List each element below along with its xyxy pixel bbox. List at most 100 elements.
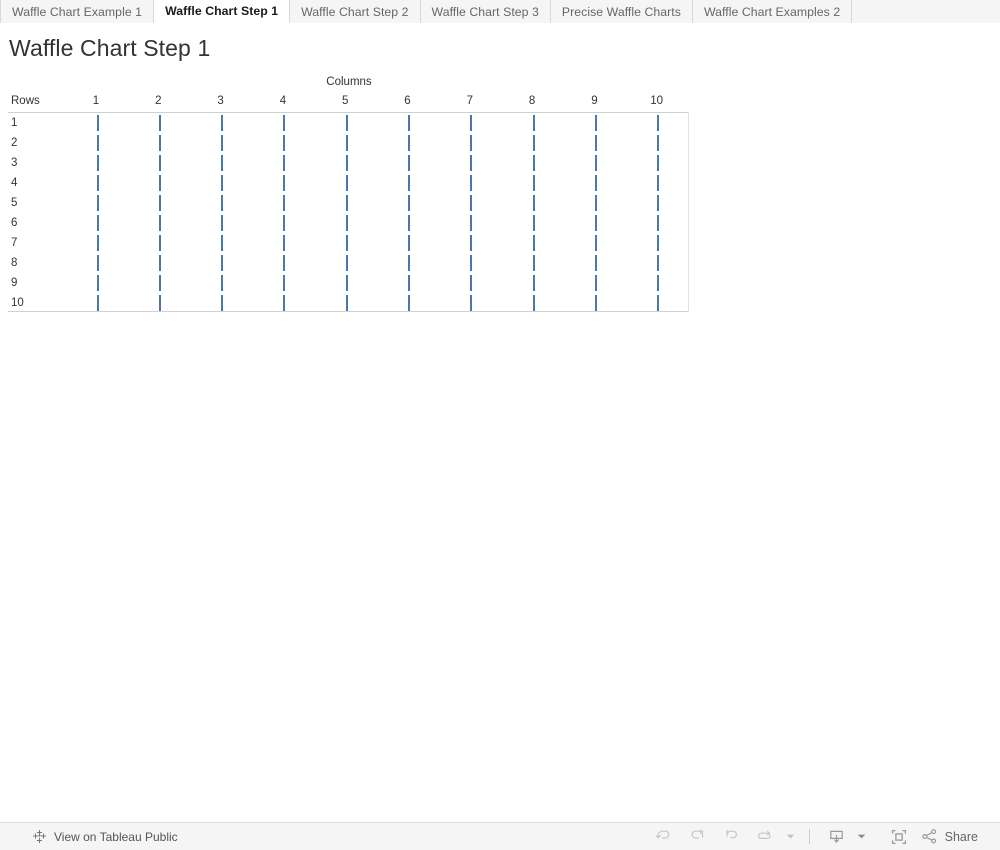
waffle-mark[interactable]	[283, 275, 286, 291]
waffle-mark[interactable]	[96, 215, 99, 231]
waffle-mark[interactable]	[158, 155, 161, 171]
waffle-mark[interactable]	[283, 215, 286, 231]
waffle-mark[interactable]	[532, 215, 535, 231]
waffle-mark[interactable]	[408, 215, 410, 231]
waffle-mark[interactable]	[158, 255, 161, 271]
waffle-mark[interactable]	[345, 215, 348, 231]
waffle-mark[interactable]	[283, 135, 286, 151]
redo-icon[interactable]	[681, 824, 715, 850]
waffle-mark[interactable]	[283, 255, 286, 271]
waffle-mark[interactable]	[283, 175, 286, 191]
waffle-mark[interactable]	[408, 175, 410, 191]
sheet-tab-2[interactable]: Waffle Chart Step 2	[290, 0, 421, 23]
waffle-mark[interactable]	[532, 195, 535, 211]
waffle-mark[interactable]	[345, 135, 348, 151]
sheet-tab-3[interactable]: Waffle Chart Step 3	[420, 0, 551, 23]
sheet-tab-5[interactable]: Waffle Chart Examples 2	[692, 0, 853, 23]
waffle-mark[interactable]	[345, 155, 348, 171]
waffle-mark[interactable]	[470, 115, 473, 131]
waffle-mark[interactable]	[221, 175, 224, 191]
waffle-mark[interactable]	[158, 275, 161, 291]
waffle-mark[interactable]	[470, 135, 473, 151]
waffle-mark[interactable]	[345, 115, 348, 131]
waffle-mark[interactable]	[532, 275, 535, 291]
waffle-mark[interactable]	[221, 115, 224, 131]
waffle-mark[interactable]	[408, 115, 410, 131]
waffle-mark[interactable]	[594, 255, 597, 271]
waffle-mark[interactable]	[221, 155, 224, 171]
waffle-mark[interactable]	[158, 115, 161, 131]
waffle-mark[interactable]	[594, 275, 597, 291]
sheet-tab-4[interactable]: Precise Waffle Charts	[550, 0, 693, 23]
waffle-mark[interactable]	[408, 135, 410, 151]
waffle-mark[interactable]	[408, 295, 410, 311]
waffle-mark[interactable]	[221, 215, 224, 231]
waffle-mark[interactable]	[345, 175, 348, 191]
waffle-mark[interactable]	[283, 115, 286, 131]
waffle-mark[interactable]	[470, 155, 473, 171]
waffle-mark[interactable]	[96, 275, 99, 291]
waffle-mark[interactable]	[408, 155, 410, 171]
waffle-mark[interactable]	[532, 155, 535, 171]
waffle-mark[interactable]	[96, 175, 99, 191]
waffle-mark[interactable]	[470, 175, 473, 191]
sheet-tab-1[interactable]: Waffle Chart Step 1	[154, 0, 291, 23]
waffle-mark[interactable]	[470, 295, 473, 311]
waffle-mark[interactable]	[532, 235, 535, 251]
waffle-mark[interactable]	[221, 255, 224, 271]
waffle-mark[interactable]	[657, 275, 660, 291]
waffle-mark[interactable]	[283, 155, 286, 171]
waffle-mark[interactable]	[158, 235, 161, 251]
waffle-mark[interactable]	[594, 195, 597, 211]
waffle-mark[interactable]	[532, 135, 535, 151]
waffle-mark[interactable]	[657, 175, 660, 191]
waffle-mark[interactable]	[657, 255, 660, 271]
waffle-mark[interactable]	[96, 195, 99, 211]
waffle-mark[interactable]	[657, 235, 660, 251]
waffle-mark[interactable]	[408, 255, 410, 271]
waffle-mark[interactable]	[532, 175, 535, 191]
waffle-mark[interactable]	[470, 195, 473, 211]
waffle-mark[interactable]	[283, 295, 286, 311]
waffle-mark[interactable]	[221, 295, 224, 311]
waffle-mark[interactable]	[96, 155, 99, 171]
waffle-mark[interactable]	[594, 215, 597, 231]
waffle-mark[interactable]	[408, 275, 410, 291]
waffle-mark[interactable]	[594, 115, 597, 131]
refresh-icon[interactable]	[749, 824, 783, 850]
waffle-mark[interactable]	[345, 195, 348, 211]
waffle-mark[interactable]	[657, 115, 660, 131]
waffle-mark[interactable]	[594, 155, 597, 171]
waffle-mark[interactable]	[594, 235, 597, 251]
waffle-mark[interactable]	[532, 295, 535, 311]
waffle-mark[interactable]	[158, 175, 161, 191]
revert-icon[interactable]	[715, 824, 749, 850]
waffle-mark[interactable]	[594, 175, 597, 191]
waffle-mark[interactable]	[470, 255, 473, 271]
waffle-mark[interactable]	[657, 155, 660, 171]
waffle-mark[interactable]	[96, 235, 99, 251]
waffle-mark[interactable]	[158, 195, 161, 211]
waffle-mark[interactable]	[657, 295, 660, 311]
download-chevron-down-icon[interactable]	[854, 824, 870, 850]
waffle-mark[interactable]	[96, 295, 99, 311]
waffle-mark[interactable]	[345, 295, 348, 311]
waffle-mark[interactable]	[470, 275, 473, 291]
waffle-mark[interactable]	[96, 135, 99, 151]
waffle-mark[interactable]	[158, 135, 161, 151]
fullscreen-icon[interactable]	[882, 824, 916, 850]
waffle-mark[interactable]	[96, 115, 99, 131]
waffle-mark[interactable]	[221, 235, 224, 251]
undo-icon[interactable]	[647, 824, 681, 850]
refresh-chevron-down-icon[interactable]	[783, 824, 799, 850]
waffle-mark[interactable]	[470, 215, 473, 231]
waffle-mark[interactable]	[96, 255, 99, 271]
waffle-mark[interactable]	[283, 235, 286, 251]
waffle-mark[interactable]	[408, 235, 410, 251]
download-icon[interactable]	[820, 824, 854, 850]
waffle-mark[interactable]	[345, 255, 348, 271]
view-on-tableau-public-button[interactable]: View on Tableau Public	[32, 829, 178, 844]
waffle-mark[interactable]	[532, 115, 535, 131]
waffle-mark[interactable]	[532, 255, 535, 271]
waffle-mark[interactable]	[345, 235, 348, 251]
